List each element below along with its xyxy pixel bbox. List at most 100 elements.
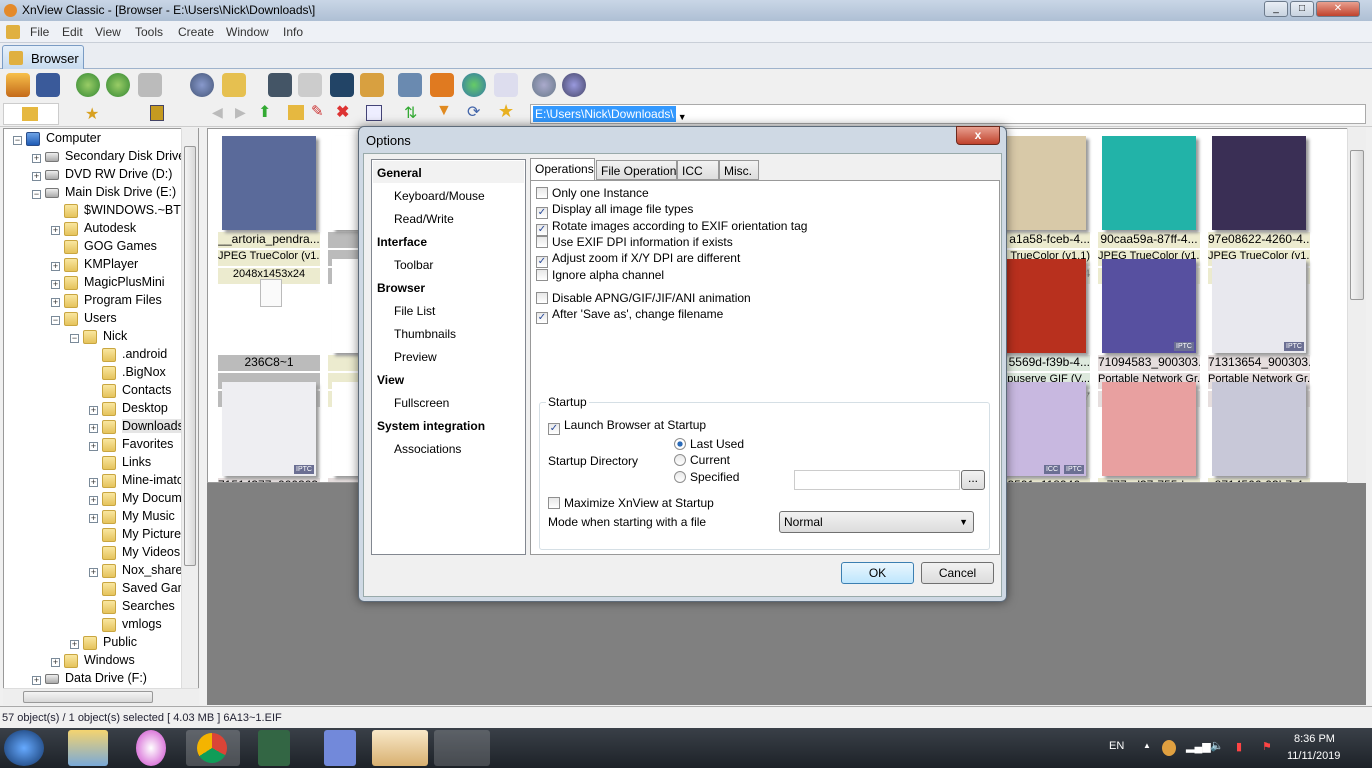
menu-create[interactable]: Create	[178, 25, 214, 39]
thumbnail-item[interactable]: a8714566-93b7-4...JPEG TrueColor (v1.1)	[1208, 382, 1310, 482]
contact-sheet-icon[interactable]	[494, 73, 518, 97]
web-page-icon[interactable]	[462, 73, 486, 97]
print-icon[interactable]	[298, 73, 322, 97]
tab-misc[interactable]: Misc.	[719, 160, 759, 180]
fullscreen-icon[interactable]	[36, 73, 60, 97]
rotate-left-icon[interactable]	[76, 73, 100, 97]
binoculars-icon[interactable]	[268, 73, 292, 97]
action-center-icon[interactable]: ⚑	[1262, 740, 1272, 753]
expander-minus-icon[interactable]: −	[70, 334, 79, 343]
mode-select[interactable]: Normal ▼	[779, 511, 974, 533]
properties-icon[interactable]	[190, 73, 214, 97]
tree-item[interactable]: Saved Gam	[102, 581, 188, 599]
nav-item[interactable]: Associations	[394, 442, 461, 456]
scanner-icon[interactable]	[330, 73, 354, 97]
checkbox[interactable]: ✓	[548, 423, 560, 435]
tree-item[interactable]: Windows	[64, 653, 135, 671]
convert-icon[interactable]	[360, 73, 384, 97]
tree-item[interactable]: Nick	[83, 329, 127, 347]
power-icon[interactable]: ▮	[1236, 740, 1242, 753]
network-icon[interactable]: ▂▄▆	[1186, 740, 1211, 753]
tab-file-operations[interactable]: File Operations	[596, 160, 682, 180]
expander-plus-icon[interactable]: +	[51, 658, 60, 667]
tree-vertical-scrollbar[interactable]	[181, 128, 198, 688]
nav-item[interactable]: Interface	[377, 235, 427, 249]
new-folder-icon[interactable]	[288, 105, 304, 120]
screenshot-icon[interactable]	[398, 73, 422, 97]
option-checkbox[interactable]: Ignore alpha channel	[536, 268, 664, 282]
expander-plus-icon[interactable]: +	[89, 406, 98, 415]
nav-item[interactable]: Fullscreen	[394, 396, 449, 410]
refresh-icon[interactable]: ⟳	[467, 102, 480, 122]
option-checkbox[interactable]: ✓ Adjust zoom if X/Y DPI are different	[536, 251, 740, 269]
option-checkbox[interactable]: ✓ After 'Save as', change filename	[536, 307, 723, 325]
forward-arrow-icon[interactable]: ▶	[235, 104, 246, 121]
tree-item[interactable]: Public	[83, 635, 137, 653]
tree-item[interactable]: Contacts	[102, 383, 171, 401]
option-checkbox[interactable]: ✓ Rotate images according to EXIF orienta…	[536, 219, 807, 236]
expander-plus-icon[interactable]: +	[89, 568, 98, 577]
specified-directory-input[interactable]	[794, 470, 960, 490]
radio[interactable]	[674, 471, 686, 483]
view-mode-icon[interactable]	[366, 105, 382, 121]
tree-item[interactable]: Data Drive (F:)	[45, 671, 147, 689]
thumbnail-vertical-scrollbar[interactable]	[1347, 128, 1366, 483]
nav-item[interactable]: System integration	[377, 419, 485, 433]
tray-app-icon[interactable]	[1162, 740, 1176, 756]
radio-last-used[interactable]: Last Used	[674, 437, 744, 451]
itunes-taskbar-icon[interactable]	[136, 730, 166, 766]
nav-item[interactable]: Browser	[377, 281, 425, 295]
clock-time[interactable]: 8:36 PM	[1294, 733, 1335, 745]
delete-icon[interactable]: ✖	[336, 102, 349, 122]
expander-plus-icon[interactable]: +	[89, 478, 98, 487]
tree-item[interactable]: My Docum	[102, 491, 182, 509]
bookmark-star-icon[interactable]: ★	[498, 101, 514, 122]
tab-operations[interactable]: Operations	[530, 158, 595, 181]
filter-icon[interactable]: ▼	[436, 102, 452, 120]
favorites-star-icon[interactable]: ★	[85, 104, 99, 124]
maximize-checkbox[interactable]: Maximize XnView at Startup	[548, 496, 714, 510]
nav-item[interactable]: Thumbnails	[394, 327, 456, 341]
maximize-button[interactable]: □	[1290, 1, 1314, 17]
checkbox[interactable]	[536, 187, 548, 199]
menu-file[interactable]: File	[30, 25, 49, 39]
checkbox[interactable]: ✓	[536, 207, 548, 220]
menu-window[interactable]: Window	[226, 25, 269, 39]
option-checkbox[interactable]: Only one Instance	[536, 186, 649, 200]
tree-item[interactable]: Links	[102, 455, 151, 473]
tree-item[interactable]: My Picture	[102, 527, 181, 545]
thumbnail-item[interactable]: a777ad37-755d-...JPEG TrueColor (v1.1)	[1098, 382, 1200, 482]
tree-item[interactable]: Program Files	[64, 293, 162, 311]
slideshow-icon[interactable]	[430, 73, 454, 97]
tree-item[interactable]: Desktop	[102, 401, 168, 419]
explorer-taskbar-icon[interactable]	[68, 730, 108, 766]
expander-minus-icon[interactable]: −	[13, 136, 22, 145]
volume-icon[interactable]: 🔈	[1210, 739, 1224, 752]
menu-info[interactable]: Info	[283, 25, 303, 39]
rotate-right-icon[interactable]	[106, 73, 130, 97]
menu-view[interactable]: View	[95, 25, 121, 39]
tree-item[interactable]: Nox_share	[102, 563, 182, 581]
transform-icon[interactable]	[138, 73, 162, 97]
sort-icon[interactable]: ⇅	[404, 103, 417, 123]
checkbox[interactable]	[536, 268, 548, 281]
checkbox[interactable]: ✓	[536, 256, 548, 269]
tree-item[interactable]: Autodesk	[64, 221, 136, 239]
tree-item[interactable]: GOG Games	[64, 239, 157, 257]
option-checkbox[interactable]: Use EXIF DPI information if exists	[536, 235, 733, 249]
expander-minus-icon[interactable]: −	[51, 316, 60, 325]
settings-gear-icon[interactable]	[532, 73, 556, 97]
thumbnail-item[interactable]: IPTC71514377_900303...Portable Network G…	[218, 382, 320, 482]
scroll-thumb[interactable]	[184, 146, 196, 566]
clock-date[interactable]: 11/11/2019	[1287, 750, 1340, 762]
tree-item[interactable]: Secondary Disk Drive (	[45, 149, 193, 167]
view-image-icon[interactable]	[6, 73, 30, 97]
radio-current[interactable]: Current	[674, 453, 730, 467]
xnview-taskbar-icon[interactable]	[372, 730, 428, 766]
checkbox[interactable]	[536, 291, 548, 304]
expander-plus-icon[interactable]: +	[51, 262, 60, 271]
scroll-thumb[interactable]	[1350, 150, 1364, 300]
tree-item[interactable]: MagicPlusMini	[64, 275, 165, 293]
address-input[interactable]: E:\Users\Nick\Downloads\ ▼	[530, 104, 1366, 124]
expander-plus-icon[interactable]: +	[32, 676, 41, 685]
